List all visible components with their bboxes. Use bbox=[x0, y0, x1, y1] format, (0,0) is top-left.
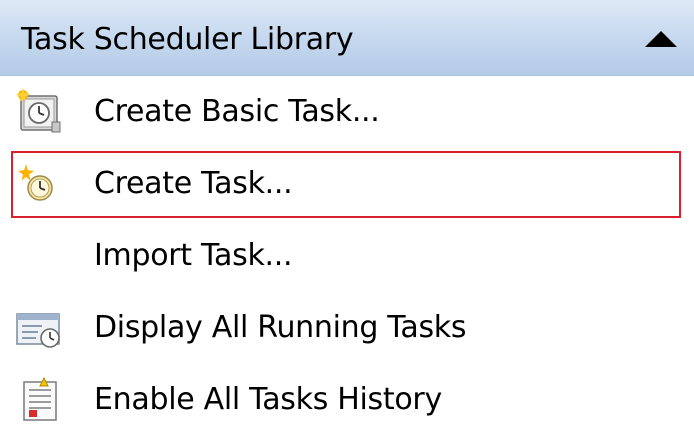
action-label: Create Basic Task... bbox=[94, 94, 380, 129]
action-label: Create Task... bbox=[94, 166, 293, 201]
action-create-basic-task[interactable]: Create Basic Task... bbox=[0, 76, 694, 148]
tasks-history-icon bbox=[23, 376, 57, 421]
action-label: Display All Running Tasks bbox=[94, 310, 467, 345]
basic-task-icon bbox=[16, 88, 61, 133]
panel-title: Task Scheduler Library bbox=[21, 22, 354, 57]
action-create-task[interactable]: Create Task... bbox=[0, 148, 694, 220]
action-import-task[interactable]: Import Task... bbox=[0, 220, 694, 292]
action-display-running-tasks[interactable]: Display All Running Tasks bbox=[0, 292, 694, 364]
action-label: Import Task... bbox=[94, 238, 293, 273]
running-tasks-icon bbox=[16, 313, 60, 348]
create-task-icon bbox=[18, 164, 53, 201]
triangle-up-icon[interactable] bbox=[644, 30, 678, 48]
action-enable-tasks-history[interactable]: Enable All Tasks History bbox=[0, 364, 694, 436]
action-label: Enable All Tasks History bbox=[94, 382, 442, 417]
panel-header[interactable]: Task Scheduler Library bbox=[0, 0, 694, 76]
